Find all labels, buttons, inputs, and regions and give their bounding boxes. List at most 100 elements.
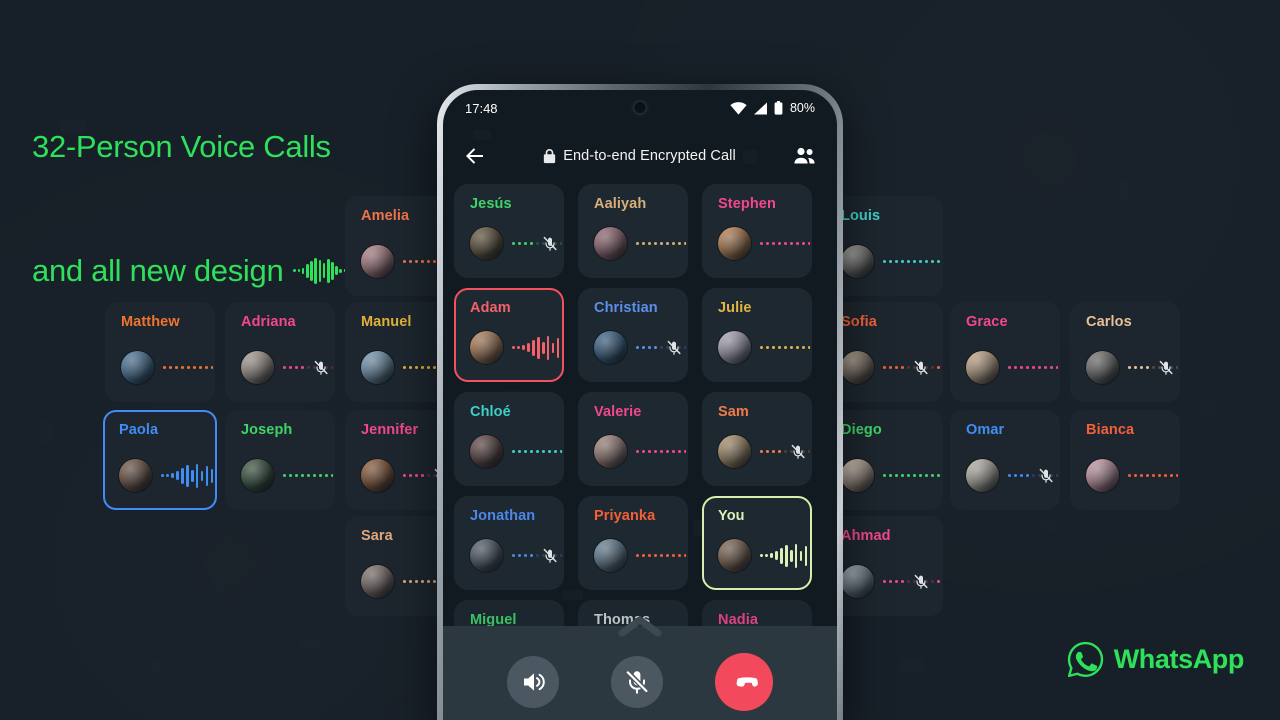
participant-tile[interactable]: Joseph [225, 410, 335, 510]
participant-tile[interactable]: Stephen [702, 184, 812, 278]
speaker-button[interactable] [507, 656, 559, 708]
participant-name: Amelia [361, 208, 410, 224]
avatar [718, 331, 751, 364]
voice-waveform-idle [883, 469, 941, 483]
voice-waveform-muted [512, 548, 562, 563]
participant-name: Adam [470, 300, 511, 316]
participant-audio-row [470, 539, 562, 572]
mute-button[interactable] [611, 656, 663, 708]
participant-audio-row [841, 245, 941, 278]
microphone-off-icon [1158, 360, 1174, 376]
participant-tile[interactable]: Grace [950, 302, 1060, 402]
participant-tile[interactable]: Chloé [454, 392, 564, 486]
participant-name: Manuel [361, 314, 412, 330]
participant-name: Jonathan [470, 508, 536, 524]
participant-name: Carlos [1086, 314, 1132, 330]
participant-tile[interactable]: Julie [702, 288, 812, 382]
participant-audio-row [718, 435, 810, 468]
participant-name: Grace [966, 314, 1008, 330]
participant-audio-row [718, 331, 810, 364]
participant-tile[interactable]: Paola [103, 410, 217, 510]
voice-waveform-idle [163, 361, 213, 375]
participant-name: Sara [361, 528, 393, 544]
avatar [594, 331, 627, 364]
participant-tile[interactable]: Sam [702, 392, 812, 486]
participant-audio-row [1086, 351, 1178, 384]
chevron-up-icon[interactable] [618, 615, 662, 637]
avatar [718, 539, 751, 572]
participant-tile[interactable]: You [702, 496, 812, 590]
call-controls-bar [443, 616, 837, 720]
voice-waveform-active [161, 463, 215, 488]
voice-waveform-idle [636, 445, 686, 459]
participant-name: Paola [119, 422, 159, 438]
participant-name: Priyanka [594, 508, 656, 524]
participant-tile[interactable]: Aaliyah [578, 184, 688, 278]
participant-tile[interactable]: Jonathan [454, 496, 564, 590]
participant-name: Stephen [718, 196, 776, 212]
avatar [841, 459, 874, 492]
participant-tile[interactable]: Matthew [105, 302, 215, 402]
avatar [841, 245, 874, 278]
whatsapp-logo-icon [1067, 641, 1103, 678]
participant-name: Bianca [1086, 422, 1135, 438]
participant-audio-row [594, 435, 686, 468]
whatsapp-wordmark: WhatsApp [1113, 644, 1245, 674]
participant-name: Louis [841, 208, 881, 224]
participant-audio-row [241, 351, 333, 384]
participant-name: Matthew [121, 314, 180, 330]
people-icon[interactable] [792, 144, 817, 169]
avatar [594, 435, 627, 468]
avatar [119, 459, 152, 492]
participant-name: Christian [594, 300, 658, 316]
call-header: End-to-end Encrypted Call [443, 136, 837, 176]
avatar [470, 331, 503, 364]
participant-name: Sam [718, 404, 749, 420]
call-title-group: End-to-end Encrypted Call [487, 148, 792, 164]
participant-audio-row [470, 331, 562, 364]
participant-audio-row [594, 331, 686, 364]
microphone-off-icon [624, 669, 650, 695]
back-arrow-icon[interactable] [463, 144, 487, 168]
voice-waveform-idle [760, 341, 810, 355]
avatar [121, 351, 154, 384]
participant-tile[interactable]: Jesús [454, 184, 564, 278]
avatar [841, 565, 874, 598]
participant-tile[interactable]: Omar [950, 410, 1060, 510]
participant-audio-row [1086, 459, 1178, 492]
front-camera-icon [634, 102, 646, 113]
avatar [1086, 351, 1119, 384]
participant-name: Joseph [241, 422, 293, 438]
voice-waveform-muted [1128, 360, 1178, 376]
voice-waveform-active [760, 543, 810, 568]
end-call-button[interactable] [715, 653, 773, 711]
headline-line-2: and all new design [32, 253, 284, 289]
cellular-signal-icon [753, 102, 767, 114]
participant-audio-row [121, 351, 213, 384]
participant-tile[interactable]: Bianca [1070, 410, 1180, 510]
participant-name: Jennifer [361, 422, 419, 438]
voice-waveform-muted [512, 236, 562, 251]
participant-name: Aaliyah [594, 196, 647, 212]
slide-canvas: 32-Person Voice Calls and all new design… [0, 0, 1280, 720]
voice-waveform-muted [1008, 468, 1058, 483]
participant-tile[interactable]: Carlos [1070, 302, 1180, 402]
voice-waveform-idle [636, 237, 686, 251]
participant-tile[interactable]: Priyanka [578, 496, 688, 590]
avatar [594, 539, 627, 572]
avatar [718, 227, 751, 260]
participant-tile[interactable]: Adam [454, 288, 564, 382]
participant-tile[interactable]: Valerie [578, 392, 688, 486]
participant-tile[interactable]: Christian [578, 288, 688, 382]
status-time: 17:48 [465, 100, 498, 116]
participant-audio-row [470, 227, 562, 260]
participant-name: Valerie [594, 404, 642, 420]
participant-name: Adriana [241, 314, 296, 330]
avatar [841, 351, 874, 384]
voice-waveform-idle [512, 445, 562, 459]
voice-waveform-idle [283, 469, 333, 483]
lock-icon [544, 148, 556, 163]
microphone-off-icon [913, 574, 929, 590]
audio-waveform-icon [293, 257, 347, 284]
participant-tile[interactable]: Adriana [225, 302, 335, 402]
